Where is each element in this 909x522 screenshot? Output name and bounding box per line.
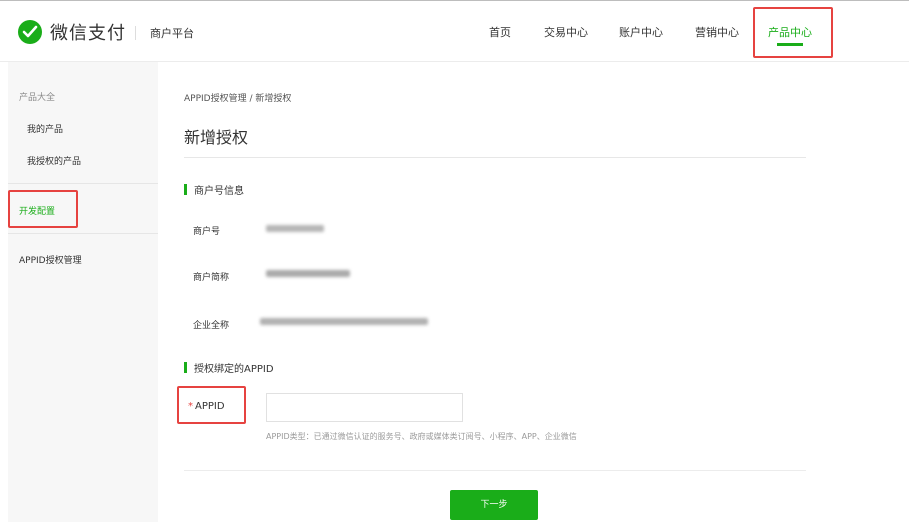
- section-merchant-info: 商户号信息: [184, 182, 244, 197]
- section-heading: 授权绑定的APPID: [194, 364, 274, 375]
- merchant-id-label: 商户号: [193, 227, 221, 237]
- sidebar-divider: [8, 183, 158, 184]
- appid-input[interactable]: [266, 393, 463, 422]
- section-appid-binding: 授权绑定的APPID: [184, 360, 274, 375]
- sidebar-group-title: 产品大全: [19, 93, 56, 103]
- sidebar-divider: [8, 233, 158, 234]
- sidebar-item-my-products[interactable]: 我的产品: [27, 122, 63, 135]
- merchant-id-value-redacted: [266, 225, 324, 232]
- main-content: APPID授权管理 / 新增授权 新增授权 商户号信息 商户号 商户简称 企业全…: [158, 62, 909, 522]
- highlight-box-appid: [177, 386, 246, 424]
- sidebar-item-authorized-products[interactable]: 我授权的产品: [27, 154, 81, 167]
- nav-trade-center[interactable]: 交易中心: [544, 24, 588, 40]
- section-marker: [184, 362, 187, 373]
- company-full-name-value-redacted: [260, 318, 428, 325]
- merchant-short-name-label: 商户简称: [193, 273, 230, 283]
- title-divider: [184, 157, 806, 158]
- company-full-name-label: 企业全称: [193, 321, 230, 331]
- highlight-box-product-center: [753, 7, 833, 58]
- highlight-box-dev-config: [8, 190, 78, 228]
- wechat-pay-logo-icon: [18, 20, 42, 44]
- platform-name: 商户平台: [150, 27, 194, 40]
- wechat-pay-logo[interactable]: 微信支付: [18, 20, 126, 44]
- brand-name: 微信支付: [50, 23, 126, 44]
- next-step-button[interactable]: 下一步: [450, 490, 538, 520]
- appid-hint: APPID类型：已通过微信认证的服务号、政府或媒体类订阅号、小程序、APP、企业…: [266, 432, 577, 441]
- header-divider: [135, 26, 136, 40]
- breadcrumb: APPID授权管理 / 新增授权: [184, 94, 292, 104]
- merchant-short-name-value-redacted: [266, 270, 350, 277]
- sidebar-item-appid-auth[interactable]: APPID授权管理: [19, 253, 82, 266]
- form-divider: [184, 470, 806, 471]
- nav-marketing-center[interactable]: 营销中心: [695, 24, 739, 40]
- section-heading: 商户号信息: [194, 186, 244, 197]
- nav-home[interactable]: 首页: [489, 24, 511, 40]
- section-marker: [184, 184, 187, 195]
- page-title: 新增授权: [184, 128, 249, 147]
- nav-account-center[interactable]: 账户中心: [619, 24, 663, 40]
- sidebar: 产品大全 我的产品 我授权的产品 开发配置 APPID授权管理: [8, 62, 158, 522]
